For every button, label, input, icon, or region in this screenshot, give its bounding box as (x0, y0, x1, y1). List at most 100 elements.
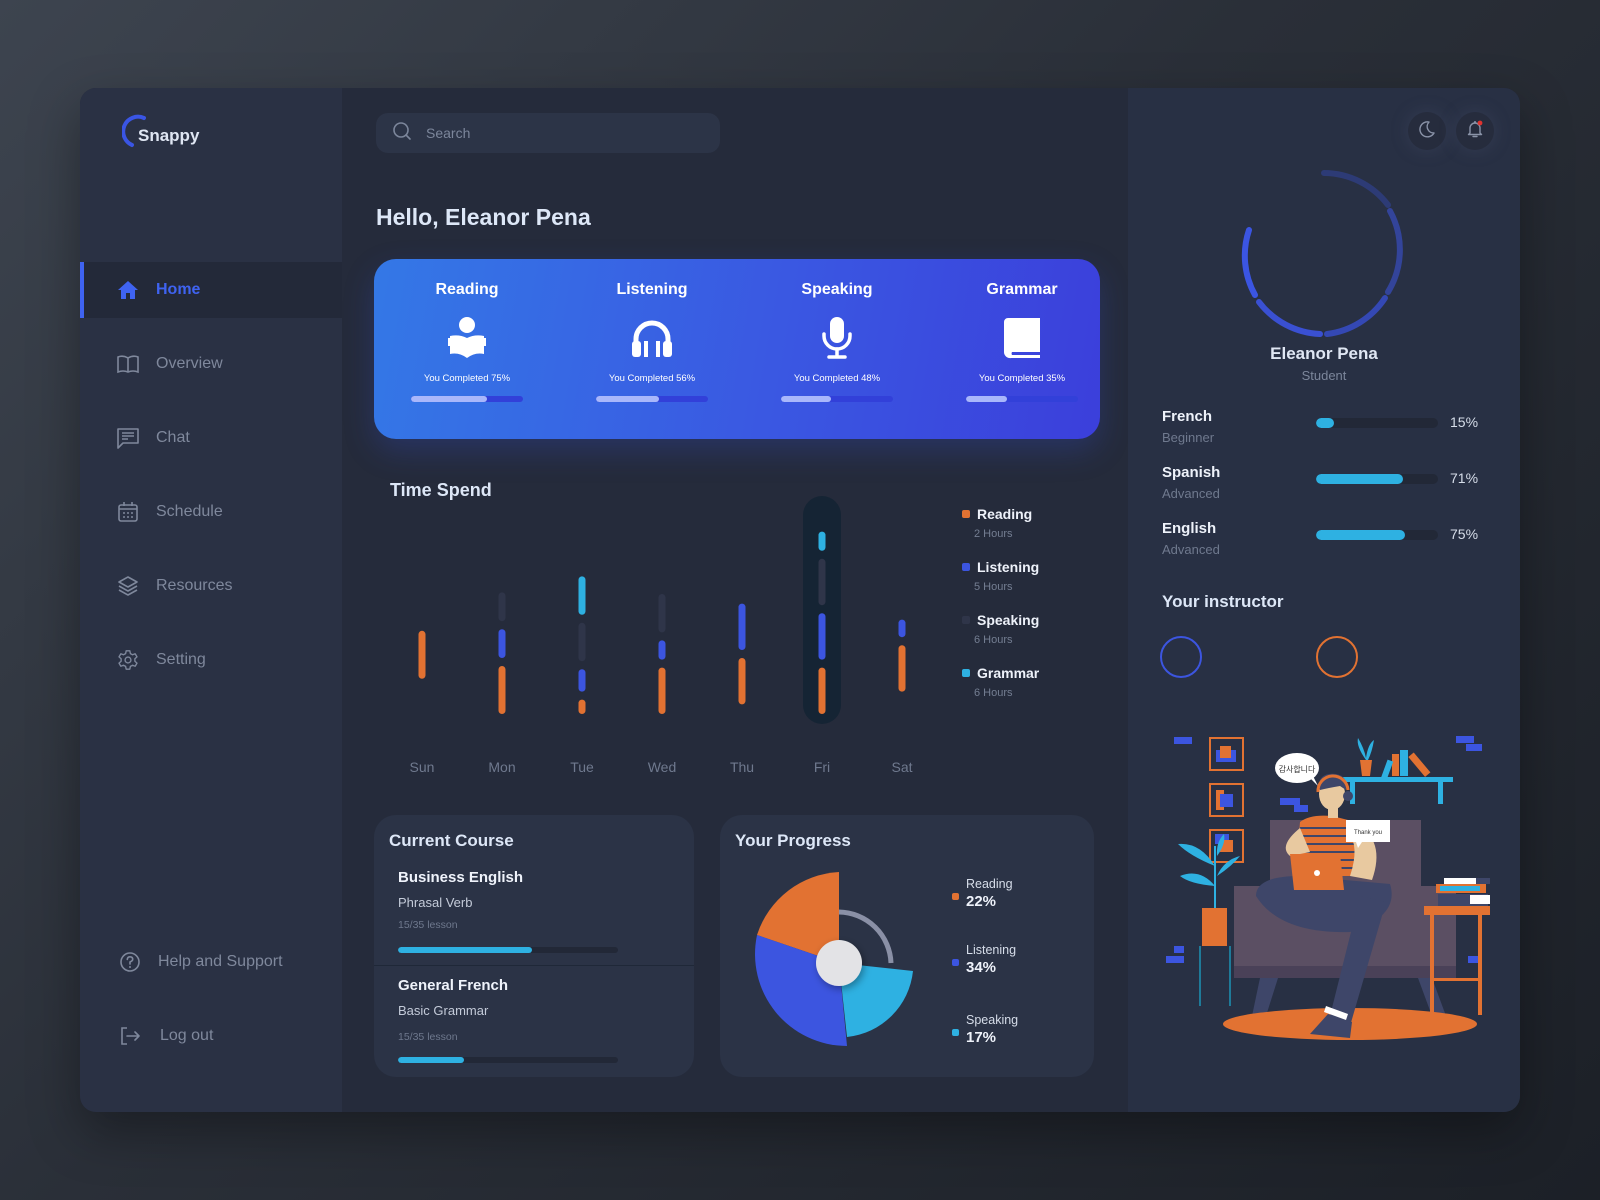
bar-segment-listening[interactable] (658, 640, 666, 660)
chart-title: Time Spend (390, 480, 492, 500)
x-tick-label: Sat (891, 759, 912, 775)
skill-card-grammar[interactable]: Grammar You Completed 35% (942, 259, 1102, 439)
x-tick-label: Sun (410, 759, 435, 775)
headphones-icon (572, 313, 732, 363)
your-progress-card: Your Progress Reading 22% Listening 34% … (720, 815, 1094, 1077)
bar-segment-listening[interactable] (898, 619, 906, 638)
time-spend-svg: Sun Mon Tue Wed Thu Fri Sat (410, 496, 913, 775)
language-percent: 71% (1450, 470, 1479, 486)
skill-card-listening[interactable]: Listening You Completed 56% (572, 259, 732, 439)
skill-caption: You Completed 56% (608, 373, 696, 384)
language-level: Advanced (1162, 542, 1220, 557)
profile-role: Student (1301, 368, 1347, 383)
instructor-avatar[interactable] (1160, 636, 1202, 678)
sidebar-nav: Home Overview Chat Schedule Resources Se… (80, 262, 342, 688)
microphone-icon (757, 313, 917, 363)
bar-segment-reading[interactable] (898, 645, 906, 692)
greeting-heading: Hello, Eleanor Pena (376, 204, 591, 230)
course-name: General French (398, 977, 509, 994)
sidebar: Snappy Home Overview Chat Schedule Resou… (80, 88, 342, 1112)
instructor-heading: Your instructor (1162, 592, 1284, 611)
divider (374, 965, 694, 966)
sidebar-item-chat[interactable]: Chat (80, 410, 342, 466)
instructor-avatar[interactable] (1316, 636, 1358, 678)
bar-segment-speaking[interactable] (578, 622, 586, 662)
bar-segment-listening[interactable] (818, 613, 826, 660)
course-item[interactable]: Business English Phrasal Verb 15/35 less… (398, 869, 698, 953)
gear-icon (116, 648, 140, 672)
sidebar-item-overview[interactable]: Overview (80, 336, 342, 392)
bar-segment-reading[interactable] (818, 667, 826, 714)
search-input[interactable] (426, 125, 686, 141)
skill-title: Grammar (986, 281, 1058, 298)
sidebar-item-setting[interactable]: Setting (80, 632, 342, 688)
legend-swatch (962, 616, 970, 624)
sidebar-item-schedule[interactable]: Schedule (80, 484, 342, 540)
search-bar[interactable] (376, 113, 720, 153)
logo[interactable]: Snappy (122, 114, 199, 147)
bar-segment-reading[interactable] (658, 667, 666, 714)
progress-legend-reading: Reading 22% (952, 877, 1018, 943)
search-icon (392, 121, 412, 146)
theme-toggle-button[interactable] (1408, 112, 1446, 150)
bar-segment-listening[interactable] (738, 603, 746, 650)
legend-swatch (962, 510, 970, 518)
sidebar-item-resources[interactable]: Resources (80, 558, 342, 614)
legend-item-reading: Reading 2 Hours (962, 506, 1039, 540)
skill-title: Reading (435, 281, 499, 298)
bar-segment-speaking[interactable] (498, 592, 506, 622)
legend-label: Listening (977, 559, 1040, 575)
skill-card-reading[interactable]: Reading You Completed 75% (387, 259, 547, 439)
legend-item-listening: Listening 5 Hours (962, 559, 1039, 593)
skill-progress-bar (411, 396, 523, 402)
legend-hours: 5 Hours (974, 581, 1013, 593)
course-item[interactable]: General French Basic Grammar 15/35 lesso… (398, 977, 698, 1063)
x-tick-label: Mon (488, 759, 515, 775)
bar-segment-reading[interactable] (498, 666, 506, 714)
progress-legend: Reading 22% Listening 34% Speaking 17% (952, 877, 1018, 1079)
skill-card-speaking[interactable]: Speaking You Completed 48% (757, 259, 917, 439)
legend-label: Reading (966, 877, 1013, 891)
current-course-card: Current Course Business English Phrasal … (374, 815, 694, 1077)
skill-caption: You Completed 75% (423, 373, 511, 384)
progress-pie (755, 872, 913, 1046)
legend-label: Reading (977, 506, 1033, 522)
language-progress-bar (1316, 418, 1438, 428)
legend-swatch (952, 959, 959, 966)
skill-progress-bar (781, 396, 893, 402)
course-lessons: 15/35 lesson (398, 1031, 458, 1043)
skill-title: Listening (616, 281, 688, 298)
bar-segment-grammar[interactable] (578, 576, 586, 615)
calendar-icon (116, 500, 140, 524)
sidebar-item-logout[interactable]: Log out (80, 1008, 342, 1064)
sidebar-item-label: Overview (156, 355, 223, 372)
language-item-english: English Advanced 75% (1162, 520, 1502, 564)
language-percent: 75% (1450, 526, 1479, 542)
layers-icon (116, 574, 140, 598)
language-progress-bar (1316, 530, 1438, 540)
legend-swatch (962, 669, 970, 677)
student-illustration: 감사합니다 Thank you (1166, 736, 1490, 1040)
skill-title: Speaking (801, 281, 873, 298)
bar-segment-reading[interactable] (578, 699, 586, 714)
home-icon (116, 278, 140, 302)
bar-segment-listening[interactable] (498, 629, 506, 658)
sidebar-item-home[interactable]: Home (80, 262, 342, 318)
legend-label: Speaking (966, 1013, 1019, 1027)
avatar-ring[interactable] (1238, 168, 1410, 340)
sidebar-item-help[interactable]: Help and Support (80, 934, 342, 990)
time-spend-chart: Sun Mon Tue Wed Thu Fri Sat Time Spend Reading… (376, 480, 1096, 780)
bar-segment-reading[interactable] (418, 630, 426, 679)
bar-segment-grammar[interactable] (818, 531, 826, 551)
course-topic: Phrasal Verb (398, 895, 473, 910)
logout-icon (118, 1024, 142, 1048)
book-icon (942, 313, 1102, 363)
notifications-button[interactable] (1456, 112, 1494, 150)
bar-segment-reading[interactable] (738, 658, 746, 705)
bar-segment-speaking[interactable] (658, 594, 666, 633)
sidebar-item-label: Setting (156, 651, 206, 668)
sidebar-item-label: Home (156, 281, 201, 298)
bar-segment-listening[interactable] (578, 669, 586, 692)
bar-segment-speaking[interactable] (818, 558, 826, 606)
english-speech: Thank you (1354, 830, 1382, 836)
